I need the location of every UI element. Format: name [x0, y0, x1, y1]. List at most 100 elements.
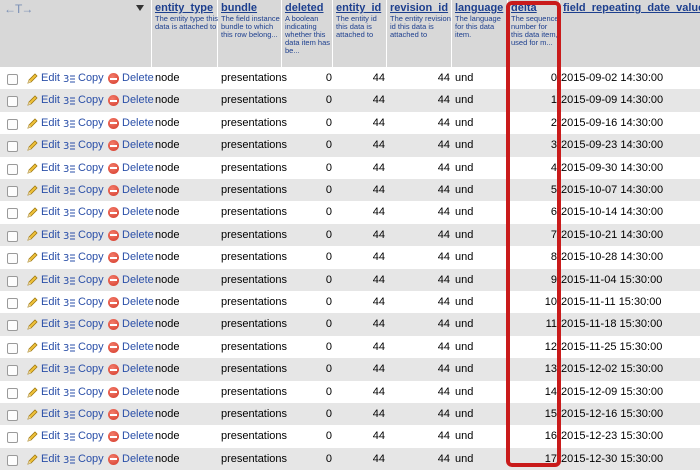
delete-link[interactable]: Delete	[122, 251, 154, 263]
delete-link[interactable]: Delete	[122, 72, 154, 84]
edit-link[interactable]: Edit	[41, 139, 60, 151]
row-checkbox[interactable]	[7, 253, 18, 265]
cell-entity-type: node	[155, 94, 180, 107]
edit-link[interactable]: Edit	[41, 363, 60, 375]
cell-language: und	[455, 408, 474, 420]
edit-link[interactable]: Edit	[41, 453, 60, 465]
copy-icon: 3	[63, 276, 75, 287]
copy-link[interactable]: Copy	[78, 296, 104, 308]
row-checkbox[interactable]	[7, 320, 18, 332]
edit-link[interactable]: Edit	[41, 386, 60, 398]
copy-link[interactable]: Copy	[78, 139, 104, 151]
column-header-entity-id[interactable]: entity_id	[336, 2, 381, 14]
copy-link[interactable]: Copy	[78, 363, 104, 375]
copy-link[interactable]: Copy	[78, 430, 104, 442]
delete-link[interactable]: Delete	[122, 453, 154, 465]
edit-link[interactable]: Edit	[41, 117, 60, 129]
delete-link[interactable]: Delete	[122, 162, 154, 174]
delete-link[interactable]: Delete	[122, 430, 154, 442]
column-header-revision-id[interactable]: revision_id	[390, 2, 448, 14]
row-checkbox[interactable]	[7, 230, 18, 242]
copy-link[interactable]: Copy	[78, 184, 104, 196]
edit-link[interactable]: Edit	[41, 72, 60, 84]
row-checkbox[interactable]	[7, 432, 18, 444]
row-checkbox[interactable]	[7, 387, 18, 399]
copy-link[interactable]: Copy	[78, 318, 104, 330]
edit-link[interactable]: Edit	[41, 318, 60, 330]
delete-link[interactable]: Delete	[122, 229, 154, 241]
column-header-field-repeating-date-value[interactable]: field_repeating_date_value	[563, 2, 700, 14]
delete-link[interactable]: Delete	[122, 206, 154, 218]
cell-language: und	[455, 385, 474, 398]
column-arrows[interactable]: ←T→	[4, 2, 33, 16]
row-checkbox[interactable]	[7, 186, 18, 197]
row-checkbox[interactable]	[7, 118, 18, 130]
copy-link[interactable]: Copy	[78, 162, 104, 174]
copy-icon: 3	[63, 74, 75, 85]
edit-link[interactable]: Edit	[41, 184, 60, 196]
row-checkbox[interactable]	[7, 74, 18, 85]
row-checkbox[interactable]	[7, 342, 18, 354]
copy-link[interactable]: Copy	[78, 229, 104, 241]
edit-link[interactable]: Edit	[41, 251, 60, 263]
table-row: Edit 3 Copy Delete node presentations 0 …	[0, 447, 700, 470]
copy-link[interactable]: Copy	[78, 206, 104, 218]
row-checkbox[interactable]	[7, 410, 18, 421]
delete-link[interactable]: Delete	[122, 139, 154, 151]
row-checkbox[interactable]	[7, 275, 18, 287]
edit-link[interactable]: Edit	[41, 206, 60, 218]
row-checkbox[interactable]	[7, 96, 18, 108]
row-checkbox[interactable]	[7, 163, 18, 175]
pencil-icon	[27, 230, 38, 241]
row-checkbox[interactable]	[7, 208, 18, 220]
copy-link[interactable]: Copy	[78, 386, 104, 398]
copy-icon: 3	[63, 388, 75, 399]
column-header-entity-type[interactable]: entity_type	[155, 2, 213, 14]
row-checkbox[interactable]	[7, 141, 18, 153]
cell-entity-type: node	[155, 228, 180, 241]
delete-icon	[108, 386, 119, 398]
cell-entity-type: node	[155, 184, 180, 196]
delete-link[interactable]: Delete	[122, 184, 154, 196]
delete-link[interactable]: Delete	[122, 117, 154, 129]
svg-text:3: 3	[63, 455, 69, 466]
column-header-language[interactable]: language	[455, 2, 503, 14]
copy-link[interactable]: Copy	[78, 117, 104, 129]
copy-link[interactable]: Copy	[78, 453, 104, 465]
copy-link[interactable]: Copy	[78, 251, 104, 263]
pencil-icon	[27, 252, 38, 263]
delete-link[interactable]: Delete	[122, 318, 154, 330]
header-divider	[281, 0, 282, 67]
column-header-deleted[interactable]: deleted	[285, 2, 324, 14]
copy-link[interactable]: Copy	[78, 72, 104, 84]
row-checkbox[interactable]	[7, 298, 18, 309]
edit-link[interactable]: Edit	[41, 162, 60, 174]
cell-entity-id: 44	[372, 385, 385, 398]
edit-link[interactable]: Edit	[41, 296, 60, 308]
copy-link[interactable]: Copy	[78, 408, 104, 420]
delete-link[interactable]: Delete	[122, 296, 154, 308]
delete-link[interactable]: Delete	[122, 386, 154, 398]
cell-entity-id: 44	[372, 408, 385, 420]
column-header-bundle[interactable]: bundle	[221, 2, 257, 14]
copy-link[interactable]: Copy	[78, 94, 104, 106]
pencil-icon	[27, 275, 38, 286]
delete-link[interactable]: Delete	[122, 363, 154, 375]
delete-link[interactable]: Delete	[122, 94, 154, 106]
row-checkbox[interactable]	[7, 454, 18, 466]
copy-link[interactable]: Copy	[78, 341, 104, 353]
edit-link[interactable]: Edit	[41, 341, 60, 353]
delete-link[interactable]: Delete	[122, 408, 154, 420]
delete-link[interactable]: Delete	[122, 274, 154, 286]
edit-link[interactable]: Edit	[41, 94, 60, 106]
edit-link[interactable]: Edit	[41, 408, 60, 420]
svg-text:3: 3	[63, 410, 69, 421]
edit-link[interactable]: Edit	[41, 274, 60, 286]
copy-link[interactable]: Copy	[78, 274, 104, 286]
delete-link[interactable]: Delete	[122, 341, 154, 353]
cell-entity-id: 44	[372, 251, 385, 264]
edit-link[interactable]: Edit	[41, 229, 60, 241]
sort-dropdown-icon[interactable]	[136, 5, 144, 11]
row-checkbox[interactable]	[7, 365, 18, 377]
edit-link[interactable]: Edit	[41, 430, 60, 442]
